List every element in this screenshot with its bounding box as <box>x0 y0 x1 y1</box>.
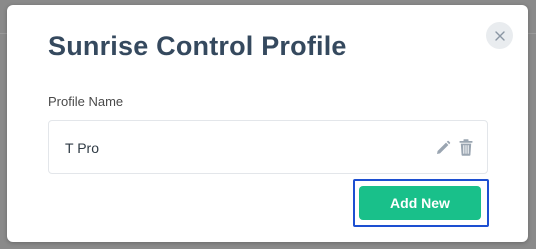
profile-row: T Pro <box>48 120 488 174</box>
modal-title: Sunrise Control Profile <box>48 31 347 61</box>
trash-icon[interactable] <box>459 139 473 156</box>
edit-icon[interactable] <box>435 140 451 156</box>
close-icon <box>494 30 505 41</box>
profile-name-label: Profile Name <box>48 94 124 109</box>
add-new-button[interactable]: Add New <box>359 186 481 220</box>
close-button[interactable] <box>486 22 513 49</box>
profile-name-value: T Pro <box>65 140 99 156</box>
